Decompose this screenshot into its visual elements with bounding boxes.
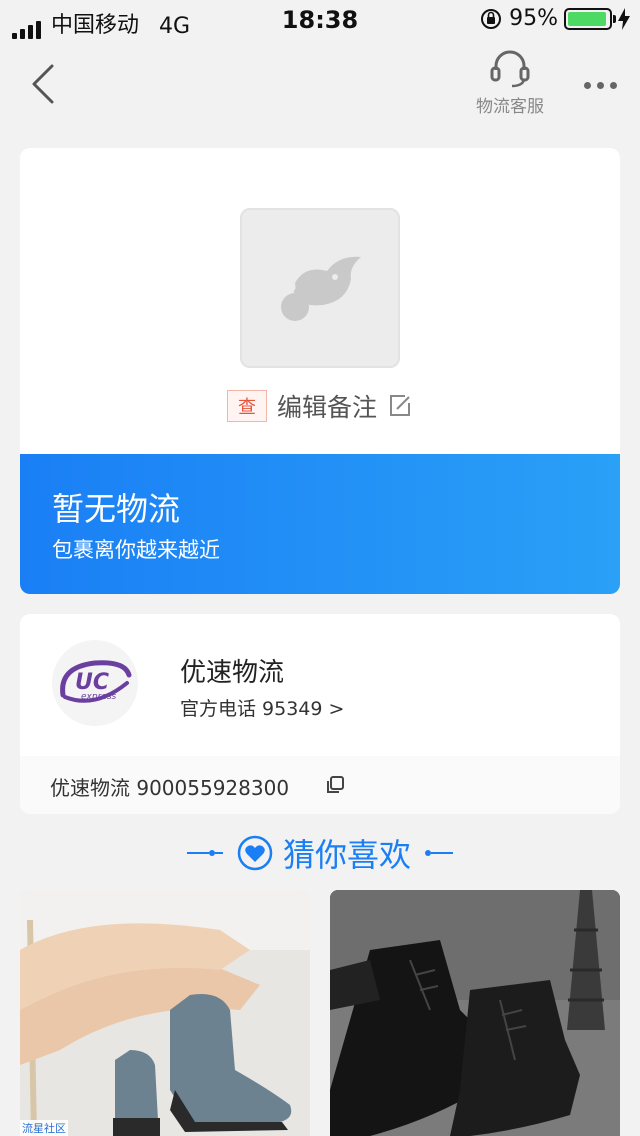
copy-icon[interactable] [324, 774, 346, 796]
tracking-number: 优速物流 900055928300 [50, 776, 290, 800]
back-chevron-icon [32, 64, 54, 104]
product-card-1[interactable]: 流星社区 [20, 890, 310, 1136]
left-decoration [186, 850, 223, 856]
courier-phone-link[interactable]: 官方电话 95349 > [180, 694, 344, 721]
recommend-header: 猜你喜欢 [0, 826, 640, 880]
nav-bar: 物流客服 [0, 40, 640, 136]
recommend-title: 猜你喜欢 [282, 836, 411, 874]
bird-parcel-icon [281, 256, 361, 321]
battery-icon [564, 7, 616, 30]
heart-icon [237, 835, 273, 871]
note-row: 查 编辑备注 [20, 388, 620, 424]
charging-bolt-icon [618, 7, 630, 30]
query-badge[interactable]: 查 [226, 390, 267, 422]
courier-logo: UC express [52, 640, 138, 726]
status-right: 95% [479, 6, 630, 31]
black-lace-up-ankle-boot-image [330, 890, 620, 1136]
gray-wedge-ankle-boot-image [20, 890, 310, 1136]
battery-percent: 95% [509, 6, 558, 31]
customer-service-label: 物流客服 [476, 97, 544, 117]
courier-card: UC express 优速物流 官方电话 95349 > 优速物流 900055… [20, 614, 620, 814]
back-button[interactable] [28, 60, 68, 110]
courier-name: 优速物流 [180, 658, 285, 688]
tracking-row: 优速物流 900055928300 [20, 756, 620, 814]
status-bar: 中国移动 4G 18:38 95% [0, 0, 640, 40]
edit-note-label[interactable]: 编辑备注 [277, 388, 377, 424]
product-card-2[interactable] [330, 890, 620, 1136]
banner-subtitle: 包裹离你越来越近 [52, 538, 220, 562]
package-card: 查 编辑备注 暂无物流 包裹离你越来越近 [20, 148, 620, 594]
edit-icon[interactable] [387, 393, 413, 419]
package-image[interactable] [240, 208, 400, 368]
right-decoration [425, 850, 453, 856]
customer-service-button[interactable]: 物流客服 [466, 48, 554, 117]
uc-express-logo: UC express [60, 660, 132, 703]
svg-text:express: express [81, 692, 117, 702]
headset-icon [490, 50, 530, 88]
logistics-status-banner: 暂无物流 包裹离你越来越近 [20, 454, 620, 594]
more-dots-icon [583, 81, 591, 89]
watermark: 流星社区 [20, 1120, 68, 1136]
banner-title: 暂无物流 [52, 490, 181, 528]
rotation-lock-icon [481, 8, 502, 29]
more-button[interactable] [580, 70, 620, 100]
